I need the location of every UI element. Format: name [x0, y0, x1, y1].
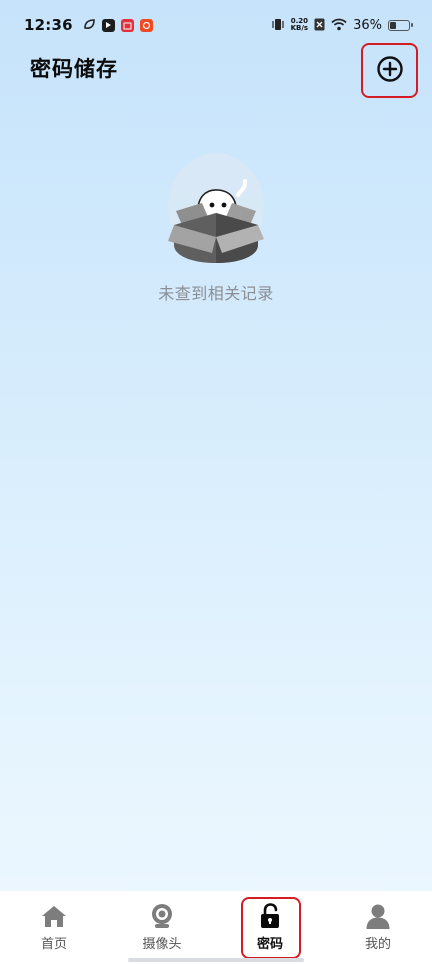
status-time: 12:36 [24, 16, 73, 34]
network-speed-unit: KB/s [290, 24, 309, 32]
nav-label-camera: 摄像头 [142, 937, 182, 952]
status-left: 12:36 [24, 16, 153, 35]
wifi-icon [331, 16, 347, 35]
battery-icon [388, 19, 413, 31]
nav-label-password: 密码 [256, 937, 283, 952]
camera-icon [149, 903, 175, 929]
empty-state: 未查到相关记录 [0, 145, 432, 304]
nav-item-home[interactable]: 首页 [0, 891, 108, 964]
user-icon [365, 903, 391, 929]
no-sim-icon [314, 16, 325, 35]
nav-label-home: 首页 [40, 937, 67, 952]
home-icon [41, 903, 67, 929]
add-button[interactable] [361, 43, 418, 98]
nav-item-password[interactable]: 密码 [216, 891, 324, 964]
nav-item-camera[interactable]: 摄像头 [108, 891, 216, 964]
shopping-app-icon [120, 18, 134, 32]
nav-item-mine[interactable]: 我的 [324, 891, 432, 964]
empty-message: 未查到相关记录 [158, 284, 274, 303]
leaf-app-icon [83, 16, 96, 35]
battery-fill [390, 21, 397, 29]
home-indicator[interactable] [128, 958, 304, 962]
plus-circle-icon [376, 55, 404, 87]
status-right: 0.20 KB/s 36% [271, 16, 413, 35]
nav-label-mine: 我的 [364, 937, 391, 952]
battery-percent: 36% [353, 17, 382, 33]
network-speed: 0.20 KB/s [291, 18, 308, 32]
page-title: 密码储存 [30, 57, 118, 81]
bottom-nav: 首页 摄像头 密码 我的 [0, 891, 432, 964]
empty-box-illustration [146, 145, 286, 275]
unlock-icon [257, 903, 283, 929]
vibrate-icon [271, 16, 285, 35]
video-app-icon [101, 18, 115, 32]
news-app-icon [139, 18, 153, 32]
